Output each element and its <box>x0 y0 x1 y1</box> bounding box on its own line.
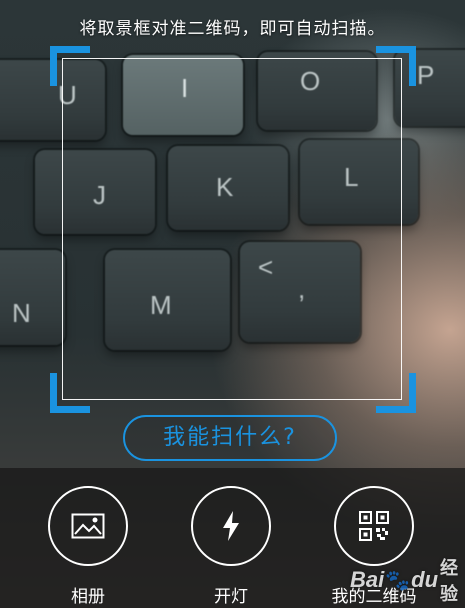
watermark-suffix: 经验 <box>440 558 459 604</box>
watermark-brand-2: du <box>411 567 439 592</box>
album-button-circle[interactable] <box>48 486 128 566</box>
baidu-jingyan-watermark: Bai 🐾 du 经验 <box>350 558 462 604</box>
album-label: 相册 <box>71 587 105 607</box>
album-button[interactable]: 相册 <box>46 486 130 607</box>
flash-icon <box>223 511 239 541</box>
keyboard-key-n: N <box>0 250 65 345</box>
flashlight-label: 开灯 <box>214 587 248 607</box>
flashlight-button[interactable]: 开灯 <box>189 486 273 607</box>
flashlight-button-circle[interactable] <box>191 486 271 566</box>
scan-hint-text: 将取景框对准二维码，即可自动扫描。 <box>79 19 386 39</box>
scan-frame-corner-bottom-right <box>376 373 416 413</box>
scan-frame-corner-top-left <box>50 46 90 86</box>
watermark-brand: Bai <box>350 567 385 592</box>
image-icon <box>71 513 105 539</box>
scan-frame-corner-bottom-left <box>50 373 90 413</box>
scan-frame-corner-top-right <box>376 46 416 86</box>
my-qr-code-button[interactable]: 我的二维码 <box>332 486 417 607</box>
qr-code-icon <box>359 511 389 541</box>
my-qr-code-button-circle[interactable] <box>334 486 414 566</box>
what-can-i-scan-button[interactable]: 我能扫什么? <box>123 415 337 461</box>
scan-frame <box>62 58 402 400</box>
paw-icon: 🐾 <box>385 569 411 592</box>
